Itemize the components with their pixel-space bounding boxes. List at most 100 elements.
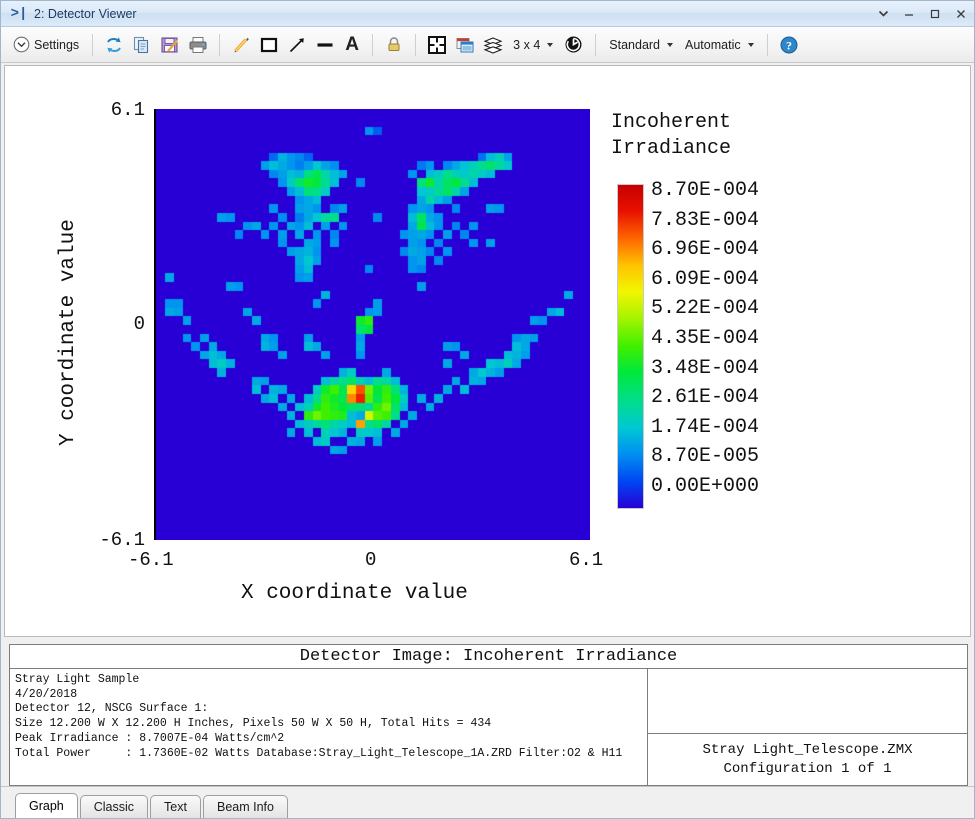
detector-plot: 6.1 0 -6.1 Y coordinate value -6.1 0 6.1… <box>5 66 971 637</box>
title-bar: >| 2: Detector Viewer <box>1 1 974 27</box>
colorbar-title-line2: Irradiance <box>611 136 731 162</box>
colorbar-tick-label: 2.61E-004 <box>651 383 759 413</box>
y-tick-bottom: -6.1 <box>83 529 145 551</box>
chevron-down-icon <box>878 8 889 19</box>
tab-graph[interactable]: Graph <box>15 793 78 818</box>
help-icon: ? <box>779 35 799 55</box>
grid-size-label: 3 x 4 <box>513 38 540 52</box>
info-panel-header: Detector Image: Incoherent Irradiance <box>10 645 967 669</box>
plot-content-area: 6.1 0 -6.1 Y coordinate value -6.1 0 6.1… <box>4 65 971 637</box>
copy-button[interactable] <box>128 31 156 59</box>
bottom-tab-bar: GraphClassicTextBeam Info <box>1 786 974 818</box>
arrow-tool-button[interactable] <box>283 31 311 59</box>
toolbar: Settings <box>1 27 974 63</box>
colorbar-tick-label: 1.74E-004 <box>651 413 759 443</box>
toolbar-separator-3 <box>372 34 373 56</box>
pencil-tool-button[interactable] <box>227 31 255 59</box>
toolbar-separator-4 <box>415 34 416 56</box>
minimize-button[interactable] <box>896 2 922 26</box>
fit-window-button[interactable] <box>423 31 451 59</box>
colorbar-tick-label: 6.09E-004 <box>651 265 759 295</box>
settings-button[interactable]: Settings <box>7 31 85 59</box>
x-tick-left: -6.1 <box>128 549 174 571</box>
layers-icon <box>483 35 503 55</box>
refresh-all-button[interactable] <box>559 31 588 59</box>
print-button[interactable] <box>184 31 212 59</box>
settings-label: Settings <box>34 38 79 52</box>
colorbar-gradient <box>617 184 644 509</box>
text-tool-button[interactable]: A <box>339 31 365 59</box>
info-panel-body: Stray Light Sample 4/20/2018 Detector 12… <box>10 669 967 785</box>
info-right-column: Stray Light_Telescope.ZMX Configuration … <box>648 669 967 785</box>
power-refresh-icon <box>563 34 584 55</box>
info-configuration: Configuration 1 of 1 <box>723 760 891 779</box>
colorbar-title: Incoherent Irradiance <box>611 110 731 161</box>
tab-beam-info[interactable]: Beam Info <box>203 795 288 818</box>
chevron-down-icon <box>748 43 754 47</box>
save-icon <box>160 35 180 55</box>
save-button[interactable] <box>156 31 184 59</box>
clone-window-button[interactable] <box>451 31 479 59</box>
rectangle-tool-button[interactable] <box>255 31 283 59</box>
clone-window-icon <box>455 35 475 55</box>
chevron-down-icon <box>547 43 553 47</box>
y-tick-middle: 0 <box>93 313 145 335</box>
detector-info-panel: Detector Image: Incoherent Irradiance St… <box>9 644 968 786</box>
close-icon <box>955 8 967 20</box>
tab-text[interactable]: Text <box>150 795 201 818</box>
maximize-icon <box>929 8 941 20</box>
style-dropdown[interactable]: Standard <box>603 31 679 59</box>
detector-viewer-window: >| 2: Detector Viewer <box>0 0 975 819</box>
maximize-button[interactable] <box>922 2 948 26</box>
colorbar-tick-label: 5.22E-004 <box>651 294 759 324</box>
x-axis-title: X coordinate value <box>241 582 468 605</box>
heatmap-canvas[interactable] <box>156 109 590 540</box>
fit-grid-icon <box>427 35 447 55</box>
close-button[interactable] <box>948 2 974 26</box>
colorbar-tick-label: 6.96E-004 <box>651 235 759 265</box>
toolbar-separator-6 <box>767 34 768 56</box>
toolbar-separator-5 <box>595 34 596 56</box>
info-text-block: Stray Light Sample 4/20/2018 Detector 12… <box>10 669 648 785</box>
refresh-icon <box>104 35 124 55</box>
scale-label: Automatic <box>685 38 741 52</box>
detector-heatmap[interactable] <box>154 109 588 540</box>
text-a-icon: A <box>345 35 359 54</box>
colorbar-tick-label: 4.35E-004 <box>651 324 759 354</box>
svg-text:?: ? <box>786 38 792 52</box>
colorbar-tick-label: 8.70E-004 <box>651 176 759 206</box>
scale-dropdown[interactable]: Automatic <box>679 31 760 59</box>
info-file-box: Stray Light_Telescope.ZMX Configuration … <box>648 734 967 785</box>
style-label: Standard <box>609 38 660 52</box>
lock-button[interactable] <box>380 31 408 59</box>
y-tick-top: 6.1 <box>93 99 145 121</box>
help-button[interactable]: ? <box>775 31 803 59</box>
pencil-icon <box>231 35 251 55</box>
refresh-button[interactable] <box>100 31 128 59</box>
grid-size-dropdown[interactable]: 3 x 4 <box>507 31 559 59</box>
x-tick-middle: 0 <box>365 549 376 571</box>
tab-classic[interactable]: Classic <box>80 795 148 818</box>
colorbar-tick-label: 8.70E-005 <box>651 442 759 472</box>
info-right-empty-box <box>648 669 967 734</box>
window-title: 2: Detector Viewer <box>34 7 137 21</box>
toolbar-separator-2 <box>219 34 220 56</box>
arrow-icon <box>287 35 307 55</box>
colorbar-tick-label: 3.48E-004 <box>651 354 759 384</box>
chevron-down-icon <box>667 43 673 47</box>
toolbar-separator-1 <box>92 34 93 56</box>
info-file-name: Stray Light_Telescope.ZMX <box>702 741 912 760</box>
line-tool-button[interactable] <box>311 31 339 59</box>
colorbar-title-line1: Incoherent <box>611 110 731 136</box>
x-tick-right: 6.1 <box>569 549 603 571</box>
colorbar-tick-labels: 8.70E-0047.83E-0046.96E-0046.09E-0045.22… <box>651 176 759 502</box>
y-axis-title: Y coordinate value <box>57 219 80 446</box>
window-menu-button[interactable] <box>870 2 896 26</box>
print-icon <box>188 35 208 55</box>
lock-icon <box>384 35 404 55</box>
chevron-down-circle-icon <box>13 36 30 53</box>
line-icon <box>315 35 335 55</box>
minimize-icon <box>903 8 915 20</box>
rectangle-icon <box>259 35 279 55</box>
layers-button[interactable] <box>479 31 507 59</box>
